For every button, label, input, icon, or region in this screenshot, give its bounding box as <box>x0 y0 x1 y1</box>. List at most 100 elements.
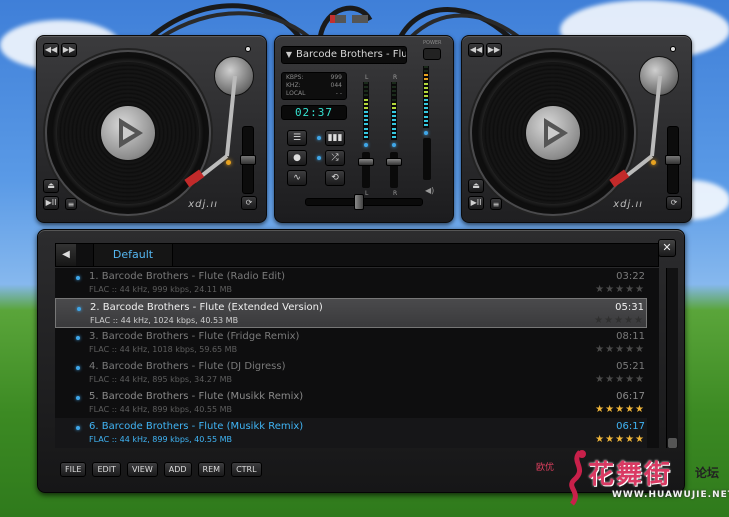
toolbar-add-button[interactable]: ADD <box>163 462 192 477</box>
track-row[interactable]: 2. Barcode Brothers - Flute (Extended Ve… <box>55 298 647 328</box>
rating-stars[interactable]: ★★★★★ <box>595 434 645 445</box>
watermark-small-text: 欧优 <box>536 463 555 473</box>
meter-segment <box>424 119 428 122</box>
track-duration: 05:31 <box>615 302 644 313</box>
track-title: 6. Barcode Brothers - Flute (Musikk Remi… <box>89 421 304 432</box>
playlist-tab-bar: ◀ Default <box>55 243 659 267</box>
toolbar-rem-button[interactable]: REM <box>197 462 226 477</box>
tonearm[interactable] <box>37 36 268 224</box>
rating-stars[interactable]: ★★★★★ <box>595 344 645 355</box>
waveform-button[interactable]: ∿ <box>287 170 307 186</box>
toolbar-edit-button[interactable]: EDIT <box>92 462 121 477</box>
meter-segment <box>364 82 368 84</box>
tab-prev-button[interactable]: ◀ <box>56 244 76 266</box>
meter-segment <box>424 70 428 73</box>
track-duration: 06:17 <box>616 391 645 402</box>
meter-segment <box>364 115 368 118</box>
time-display[interactable]: 02:37 <box>281 105 347 120</box>
master-volume-fader[interactable] <box>423 138 431 180</box>
meter-segment <box>392 90 396 93</box>
pitch-slider[interactable] <box>240 126 256 194</box>
equalizer-button[interactable]: ▮▮▮ <box>325 130 345 146</box>
track-row[interactable]: 1. Barcode Brothers - Flute (Radio Edit)… <box>55 268 647 298</box>
meter-segment <box>392 86 396 89</box>
menu-button[interactable]: ≡ <box>490 198 502 210</box>
dropdown-arrow-icon[interactable]: ▼ <box>282 47 296 63</box>
meter-segment <box>364 98 368 101</box>
track-dot-icon <box>76 426 80 430</box>
meter-segment <box>392 111 396 113</box>
now-playing-display[interactable]: ▼Barcode Brothers - Flute ( <box>281 46 407 64</box>
deck-status-led <box>226 160 231 165</box>
track-row[interactable]: 6. Barcode Brothers - Flute (Musikk Remi… <box>55 418 647 448</box>
loop-button[interactable]: ⟳ <box>666 196 682 210</box>
rating-stars[interactable]: ★★★★★ <box>595 374 645 385</box>
pitch-slider-knob[interactable] <box>665 155 681 165</box>
eject-button[interactable]: ⏏ <box>43 179 59 193</box>
power-button[interactable] <box>423 48 441 60</box>
meter-segment <box>424 123 428 126</box>
left-fader-knob[interactable] <box>358 158 374 166</box>
toolbar-ctrl-button[interactable]: CTRL <box>231 462 262 477</box>
track-list: 1. Barcode Brothers - Flute (Radio Edit)… <box>55 268 659 448</box>
meter-segment <box>364 119 368 122</box>
pitch-slider-knob[interactable] <box>240 155 256 165</box>
loop-button[interactable]: ⟳ <box>241 196 257 210</box>
indicator-led <box>317 136 321 140</box>
meter-segment <box>364 127 368 130</box>
track-row[interactable]: 5. Barcode Brothers - Flute (Musikk Remi… <box>55 388 647 418</box>
meter-segment <box>424 78 428 81</box>
rating-stars[interactable]: ★★★★★ <box>594 315 644 326</box>
power-label: POWER <box>423 40 442 46</box>
track-row[interactable]: 3. Barcode Brothers - Flute (Fridge Remi… <box>55 328 647 358</box>
right-turntable-deck: ◀◀ ▶▶ ⏏ ▶II ≡ xdj.ıı ⟳ <box>461 35 692 223</box>
right-level-meter <box>391 82 397 140</box>
pitch-slider[interactable] <box>665 126 681 194</box>
left-channel-label: L <box>365 74 369 81</box>
track-title: 3. Barcode Brothers - Flute (Fridge Remi… <box>89 331 300 342</box>
scrollbar-thumb[interactable] <box>668 438 677 448</box>
forum-watermark: 花舞街 论坛 WWW.HUAWUJIE.NET <box>560 450 729 514</box>
play-pause-button[interactable]: ▶II <box>43 196 59 210</box>
track-duration: 06:17 <box>616 421 645 432</box>
meter-segment <box>364 131 368 134</box>
track-meta: FLAC :: 44 kHz, 1018 kbps, 59.65 MB <box>89 345 238 354</box>
track-duration: 03:22 <box>616 271 645 282</box>
rating-stars[interactable]: ★★★★★ <box>595 284 645 295</box>
crossfader[interactable] <box>305 194 423 210</box>
close-playlist-button[interactable]: ✕ <box>658 239 676 257</box>
meter-segment <box>424 90 428 93</box>
right-channel-fader[interactable] <box>386 152 402 188</box>
left-channel-fader[interactable] <box>358 152 374 188</box>
track-row[interactable]: 4. Barcode Brothers - Flute (DJ Digress)… <box>55 358 647 388</box>
rating-stars[interactable]: ★★★★★ <box>595 404 645 415</box>
toolbar-file-button[interactable]: FILE <box>60 462 87 477</box>
menu-button[interactable]: ≡ <box>65 198 77 210</box>
playlist-scrollbar[interactable] <box>666 268 678 448</box>
deck-brand-logo: xdj.ıı <box>188 199 218 210</box>
meter-segment <box>364 111 368 113</box>
track-dot-icon <box>76 336 80 340</box>
khz-value: 044 <box>330 82 342 89</box>
meter-segment <box>392 82 396 84</box>
tonearm[interactable] <box>462 36 693 224</box>
right-fader-knob[interactable] <box>386 158 402 166</box>
repeat-button[interactable]: ⟲ <box>325 170 345 186</box>
playlist-button[interactable]: ☰ <box>287 130 307 146</box>
meter-segment <box>424 103 428 106</box>
play-pause-button[interactable]: ▶II <box>468 196 484 210</box>
meter-segment <box>392 135 396 138</box>
meter-segment <box>424 74 428 77</box>
meter-segment <box>364 86 368 89</box>
playlist-toolbar: FILE EDIT VIEW ADD REM CTRL <box>60 462 262 477</box>
kbps-label: KBPS: <box>286 74 304 81</box>
eject-button[interactable]: ⏏ <box>468 179 484 193</box>
speaker-icon[interactable]: ◀) <box>425 186 434 195</box>
toolbar-view-button[interactable]: VIEW <box>126 462 158 477</box>
record-button[interactable]: ● <box>287 150 307 166</box>
shuffle-button[interactable]: ⤮ <box>325 150 345 166</box>
crossfader-knob[interactable] <box>354 194 364 210</box>
tab-default[interactable]: Default <box>93 244 173 266</box>
left-level-meter <box>363 82 369 140</box>
meter-segment <box>364 94 368 97</box>
